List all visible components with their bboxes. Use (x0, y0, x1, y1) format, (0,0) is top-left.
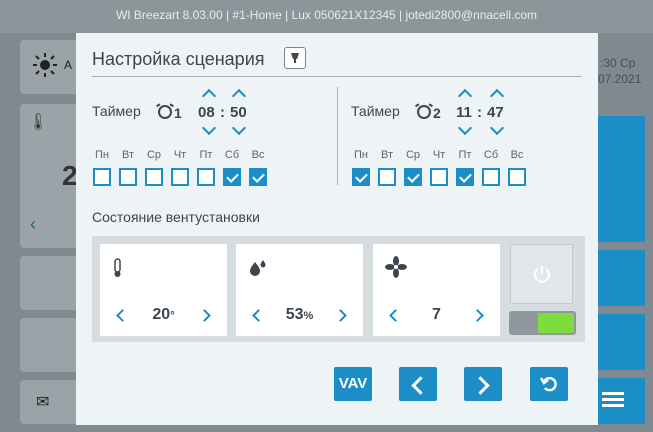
timer-2-day-label: Пт (458, 149, 472, 161)
timer-1-day-checkbox[interactable] (119, 168, 137, 186)
power-icon (534, 266, 550, 283)
timer-1-day-checkbox[interactable] (249, 168, 267, 186)
timer-1-day-label: Пн (95, 149, 109, 161)
timer-2-day-label: Ср (405, 149, 421, 161)
timer-2-day-checkbox[interactable] (482, 168, 500, 186)
humidity-card: 53% (236, 244, 363, 336)
timer-1-day-checkbox[interactable] (93, 168, 111, 186)
fan-card: 7 (373, 244, 500, 336)
vav-button[interactable]: VAV (334, 367, 372, 401)
timer-1-hours[interactable]: 08 (198, 104, 215, 121)
timer-1-hours-up[interactable] (201, 88, 217, 104)
scenario-dialog: Настройка сценария Таймер 1 08 : 50 Пн В… (76, 33, 598, 425)
title-divider (92, 76, 582, 77)
timer-1-minutes[interactable]: 50 (230, 104, 247, 121)
timer-2-day-checkbox[interactable] (430, 168, 448, 186)
timer-1-sep: : (220, 104, 225, 121)
timer-1-day-checkbox[interactable] (171, 168, 189, 186)
timer-2-day-checkbox[interactable] (508, 168, 526, 186)
droplet-icon (250, 260, 266, 276)
alarm-clock-icon (417, 105, 431, 119)
bg-card-2[interactable] (20, 318, 80, 372)
timer-1-day-label: Пт (199, 149, 213, 161)
next-button[interactable] (464, 367, 502, 401)
undo-icon (539, 376, 557, 392)
dialog-title: Настройка сценария (92, 49, 265, 69)
sun-icon (33, 53, 57, 77)
timer-1-minutes-down[interactable] (231, 120, 247, 136)
bg-thermo-icon: 🌡 (28, 114, 49, 131)
timer-2-day-label: Сб (483, 149, 499, 161)
timer-1-hours-down[interactable] (201, 120, 217, 136)
timer-2-day-checkbox[interactable] (352, 168, 370, 186)
timer-2-day-label: Вс (510, 149, 524, 161)
timer-2-sep: : (477, 104, 482, 121)
timer-2-minutes-down[interactable] (489, 120, 505, 136)
timer-2-hours[interactable]: 11 (456, 104, 472, 121)
alarm-clock-icon (158, 105, 172, 119)
power-button[interactable] (510, 244, 573, 304)
fan-icon (385, 256, 407, 278)
bg-power-tile[interactable] (598, 116, 645, 242)
bg-card-1[interactable] (20, 256, 80, 310)
timer-1-day-checkbox[interactable] (223, 168, 241, 186)
chevron-left-icon (411, 376, 430, 395)
timer-1-day-checkbox[interactable] (197, 168, 215, 186)
timer-2-minutes[interactable]: 47 (487, 104, 504, 121)
timer-1-day-label: Чт (173, 149, 187, 161)
bg-air-tile[interactable] (598, 314, 645, 370)
undo-button[interactable] (530, 367, 568, 401)
window-title: WI Breezart 8.03.00 | #1-Home | Lux 0506… (0, 0, 653, 33)
power-toggle-switch[interactable] (509, 311, 576, 335)
toggle-knob (538, 313, 574, 333)
timer-2-label: Таймер (351, 103, 400, 119)
section-title: Состояние вентустановки (92, 209, 260, 225)
bg-time: :30 Ср (600, 56, 636, 70)
timer-1-label: Таймер (92, 103, 141, 119)
timer-1-day-checkbox[interactable] (145, 168, 163, 186)
bg-date: 07.2021 (598, 72, 642, 86)
bg-mail-card[interactable] (20, 380, 80, 424)
timer-1-day-label: Вт (121, 149, 134, 161)
timer-2-hours-down[interactable] (457, 120, 473, 136)
lamp-icon[interactable] (284, 47, 306, 69)
timer-2-hours-up[interactable] (457, 88, 473, 104)
mail-icon: ✉ (36, 394, 50, 411)
timer-2-day-checkbox[interactable] (456, 168, 474, 186)
bg-alarm-tile[interactable] (598, 250, 645, 306)
timer-divider (337, 87, 338, 185)
timer-2-day-label: Чт (432, 149, 446, 161)
bg-letter: A (64, 58, 73, 72)
thermometer-icon (114, 258, 121, 277)
timer-2-day-label: Пн (354, 149, 368, 161)
timer-1-minutes-up[interactable] (231, 88, 247, 104)
timer-1-day-label: Вс (251, 149, 265, 161)
timer-2-day-checkbox[interactable] (404, 168, 422, 186)
chevron-right-icon (471, 376, 490, 395)
bg-menu-tile[interactable] (598, 378, 645, 424)
timer-2-minutes-up[interactable] (489, 88, 505, 104)
bg-menu-icon (602, 392, 624, 395)
timer-1-number: 1 (174, 105, 182, 121)
prev-button[interactable] (399, 367, 437, 401)
temperature-card: 20° (100, 244, 227, 336)
timer-1-day-label: Ср (146, 149, 162, 161)
timer-2-day-label: Вт (380, 149, 393, 161)
timer-2-day-checkbox[interactable] (378, 168, 396, 186)
timer-1-day-label: Сб (224, 149, 240, 161)
timer-2-number: 2 (433, 105, 441, 121)
bg-back-icon[interactable]: ‹ (30, 214, 36, 235)
